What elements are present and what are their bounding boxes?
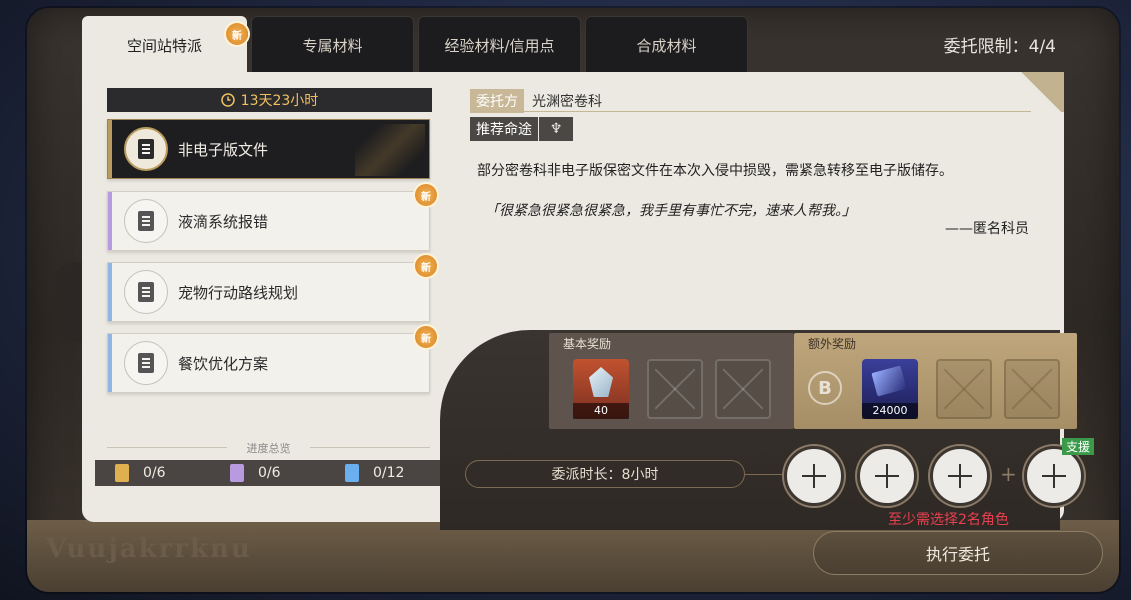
selection-warning: 至少需选择2名角色 [888, 512, 1009, 528]
task-accent-bar [108, 263, 112, 321]
timer: 13天23小时 [107, 88, 432, 112]
progress-overview: 0/6 0/6 0/12 [95, 460, 440, 486]
reward-qty: 24000 [862, 403, 918, 419]
task-accent-bar [108, 192, 112, 250]
progress-blue: 0/12 [345, 464, 440, 482]
extra-rewards: 额外奖励 B 24000 [794, 333, 1077, 429]
task-label: 非电子版文件 [178, 140, 269, 159]
clock-icon [220, 93, 235, 107]
basic-rewards-title: 基本奖励 [563, 337, 612, 351]
empty-reward-slot [1004, 359, 1060, 419]
reward-book-item[interactable]: 24000 [862, 359, 918, 419]
tab-bar: 空间站特派 新 专属材料 经验材料/信用点 合成材料 [82, 16, 748, 74]
task-quote: 「很紧急很紧急很紧急，我手里有事忙不完，速来人帮我。」 [485, 203, 856, 219]
path-emblem-icon[interactable]: ♆ [539, 117, 573, 141]
tab-exclusive-materials[interactable]: 专属材料 [251, 16, 414, 74]
dispatch-duration[interactable]: 委派时长：8小时 [465, 460, 745, 488]
recommended-path-row: 推荐命途 ♆ [470, 117, 573, 141]
new-badge: 新 [415, 326, 437, 348]
engraved-text: Vuujakrrknu [46, 534, 252, 564]
badge-document-icon [124, 127, 168, 171]
task-item-pet-route[interactable]: 宠物行动路线规划 新 [107, 255, 437, 322]
task-item-paper-documents[interactable]: 非电子版文件 [107, 119, 430, 179]
tab-synthesis-materials[interactable]: 合成材料 [585, 16, 748, 74]
empty-reward-slot [715, 359, 771, 419]
execute-commission-button[interactable]: 执行委托 [813, 531, 1103, 575]
empty-reward-slot [936, 359, 992, 419]
tab-label: 专属材料 [302, 36, 363, 55]
commission-limit: 委托限制：4/4 [943, 37, 1056, 57]
tab-label: 空间站特派 [126, 36, 202, 55]
progress-title: 进度总览 [107, 440, 430, 456]
basic-rewards: 基本奖励 40 [549, 333, 794, 429]
tab-label: 经验材料/信用点 [444, 36, 555, 55]
new-badge: 新 [415, 184, 437, 206]
gold-badge-icon [115, 464, 129, 482]
add-character-slot-3[interactable] [930, 446, 990, 506]
tab-exp-credits[interactable]: 经验材料/信用点 [418, 16, 581, 74]
task-label: 餐饮优化方案 [178, 354, 269, 373]
tab-label: 合成材料 [636, 36, 697, 55]
document-icon [124, 270, 168, 314]
reward-qty: 40 [573, 403, 629, 419]
task-accent-bar [108, 120, 112, 178]
plus-icon [948, 464, 972, 488]
task-description: 部分密卷科非电子版保密文件在本次入侵中损毁，需紧急转移至电子版储存。 [477, 163, 953, 179]
divider [470, 111, 1031, 112]
tab-space-station[interactable]: 空间站特派 新 [82, 16, 248, 74]
book-icon [871, 365, 907, 397]
document-icon [124, 199, 168, 243]
new-badge: 新 [226, 23, 248, 45]
add-character-slot-1[interactable] [784, 446, 844, 506]
progress-value: 0/12 [373, 465, 405, 481]
task-item-dining-plan[interactable]: 餐饮优化方案 新 [107, 326, 437, 393]
progress-value: 0/6 [143, 465, 166, 481]
task-accent-bar [108, 334, 112, 392]
task-item-droplet-error[interactable]: 液滴系统报错 新 [107, 184, 437, 251]
blue-doc-icon [345, 464, 359, 482]
task-label: 液滴系统报错 [178, 212, 269, 231]
progress-purple: 0/6 [230, 464, 325, 482]
crystal-icon [589, 367, 613, 397]
client-name: 光渊密卷科 [532, 94, 602, 110]
plus-icon [1042, 464, 1066, 488]
plus-separator: + [1000, 462, 1017, 486]
empty-reward-slot [647, 359, 703, 419]
path-tag: 推荐命途 [470, 117, 538, 141]
new-badge: 新 [415, 255, 437, 277]
client-row: 委托方 光渊密卷科 [470, 89, 602, 113]
quote-signature: ——匿名科员 [945, 221, 1029, 237]
progress-value: 0/6 [258, 465, 281, 481]
add-character-slot-2[interactable] [857, 446, 917, 506]
purple-doc-icon [230, 464, 244, 482]
reward-crystal-item[interactable]: 40 [573, 359, 629, 419]
connector-line [745, 474, 785, 475]
plus-icon [875, 464, 899, 488]
add-support-slot[interactable] [1024, 446, 1084, 506]
plus-icon [802, 464, 826, 488]
corner-ribbon [1010, 72, 1064, 112]
extra-rewards-title: 额外奖励 [808, 337, 857, 351]
task-decoration [355, 124, 425, 176]
timer-text: 13天23小时 [240, 93, 319, 109]
document-icon [124, 341, 168, 385]
client-tag: 委托方 [470, 89, 524, 113]
progress-gold: 0/6 [115, 464, 210, 482]
grade-badge: B [808, 371, 842, 405]
support-tag: 支援 [1062, 438, 1095, 455]
task-label: 宠物行动路线规划 [178, 283, 299, 302]
